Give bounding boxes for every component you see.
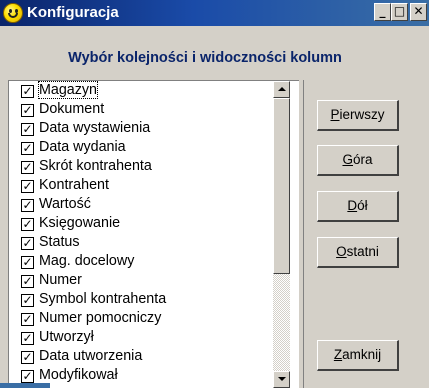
scroll-thumb[interactable]	[273, 98, 290, 274]
list-item[interactable]: ✓ Modyfikował	[21, 367, 291, 386]
close-label: amknij	[342, 347, 382, 362]
scroll-track[interactable]	[273, 274, 290, 371]
checkbox[interactable]: ✓	[21, 256, 34, 269]
checkbox[interactable]: ✓	[21, 275, 34, 288]
checkbox[interactable]: ✓	[21, 313, 34, 326]
scroll-up-button[interactable]	[273, 81, 290, 98]
close-icon: ✕	[413, 4, 424, 18]
list-item[interactable]: ✓ Data wydania	[21, 139, 291, 158]
list-item-label: Numer	[39, 272, 82, 288]
list-item[interactable]: ✓ Mag. docelowy	[21, 253, 291, 272]
checkbox[interactable]: ✓	[21, 104, 34, 117]
arrow-down-icon	[278, 377, 286, 381]
list-item[interactable]: ✓ Symbol kontrahenta	[21, 291, 291, 310]
taskbar-edge	[0, 383, 50, 388]
list-item-label: Modyfikował	[39, 367, 118, 383]
last-button[interactable]: Ostatni	[317, 237, 399, 268]
button-panel: Pierwszy Góra Dół Ostatni Zamknij	[303, 80, 429, 388]
list-item[interactable]: ✓ Skrót kontrahenta	[21, 158, 291, 177]
up-accel: G	[342, 152, 353, 167]
window-title: Konfiguracja	[27, 4, 119, 21]
maximize-button[interactable]: □	[391, 3, 408, 21]
list-item-label: Numer pomocniczy	[39, 310, 162, 326]
close-accel: Z	[333, 347, 343, 362]
checkbox[interactable]: ✓	[21, 199, 34, 212]
scroll-down-button[interactable]	[273, 371, 290, 388]
down-accel: D	[347, 198, 358, 213]
list-item[interactable]: ✓ Numer pomocniczy	[21, 310, 291, 329]
list-item-label: Dokument	[39, 101, 105, 117]
smiley-icon	[3, 3, 23, 23]
list-item-label: Mag. docelowy	[39, 253, 135, 269]
checkbox[interactable]: ✓	[21, 180, 34, 193]
maximize-icon: □	[393, 4, 406, 18]
checkbox[interactable]: ✓	[21, 294, 34, 307]
arrow-up-icon	[278, 87, 286, 91]
list-item[interactable]: ✓ Dokument	[21, 101, 291, 120]
list-item[interactable]: ✓ Utworzył	[21, 329, 291, 348]
first-label: ierwszy	[339, 107, 385, 122]
down-button[interactable]: Dół	[317, 191, 399, 222]
first-button[interactable]: Pierwszy	[317, 100, 399, 131]
close-button[interactable]: Zamknij	[317, 340, 399, 371]
checkbox[interactable]: ✓	[21, 218, 34, 231]
list-item-label: Skrót kontrahenta	[39, 158, 152, 174]
list-scrollbar[interactable]	[273, 81, 290, 388]
down-label: ół	[357, 198, 368, 213]
minimize-icon: _	[379, 4, 386, 18]
list-item-label: Kontrahent	[39, 177, 109, 193]
checkbox[interactable]: ✓	[21, 237, 34, 250]
list-item-label: Wartość	[39, 196, 91, 212]
list-item[interactable]: ✓ Magazyn	[21, 81, 291, 101]
close-window-button[interactable]: ✕	[410, 3, 427, 21]
column-list[interactable]: ✓ Magazyn ✓ Dokument ✓ Data wystawienia ✓ Data …	[8, 80, 299, 388]
list-item-label: Magazyn	[37, 81, 99, 99]
first-accel: P	[330, 107, 340, 122]
last-accel: O	[336, 244, 347, 259]
list-item[interactable]: ✓ Data wystawienia	[21, 120, 291, 139]
up-button[interactable]: Góra	[317, 145, 399, 176]
list-item-label: Status	[39, 234, 80, 250]
checkbox[interactable]: ✓	[21, 351, 34, 364]
header: Wybór kolejności i widoczności kolumn	[0, 26, 429, 72]
configuration-window: Konfiguracja _ □ ✕ Wybór kolejności i wi…	[0, 0, 429, 388]
checkbox[interactable]: ✓	[21, 85, 34, 98]
page-heading: Wybór kolejności i widoczności kolumn	[68, 50, 342, 66]
list-item-label: Data utworzenia	[39, 348, 143, 364]
last-label: statni	[346, 244, 379, 259]
list-item-label: Księgowanie	[39, 215, 121, 231]
title-bar[interactable]: Konfiguracja _ □ ✕	[0, 0, 429, 26]
checkbox[interactable]: ✓	[21, 161, 34, 174]
checkbox[interactable]: ✓	[21, 332, 34, 345]
list-item-label: Data wystawienia	[39, 120, 151, 136]
list-item-label: Utworzył	[39, 329, 94, 345]
list-item[interactable]: ✓ Księgowanie	[21, 215, 291, 234]
checkbox[interactable]: ✓	[21, 123, 34, 136]
list-item[interactable]: ✓ Numer	[21, 272, 291, 291]
list-item[interactable]: ✓ Wartość	[21, 196, 291, 215]
up-label: óra	[353, 152, 373, 167]
minimize-button[interactable]: _	[374, 3, 391, 21]
checkbox[interactable]: ✓	[21, 370, 34, 383]
list-item-label: Data wydania	[39, 139, 126, 155]
list-item[interactable]: ✓ Status	[21, 234, 291, 253]
list-item-label: Symbol kontrahenta	[39, 291, 167, 307]
list-item[interactable]: ✓ Kontrahent	[21, 177, 291, 196]
checkbox[interactable]: ✓	[21, 142, 34, 155]
list-item[interactable]: ✓ Data utworzenia	[21, 348, 291, 367]
